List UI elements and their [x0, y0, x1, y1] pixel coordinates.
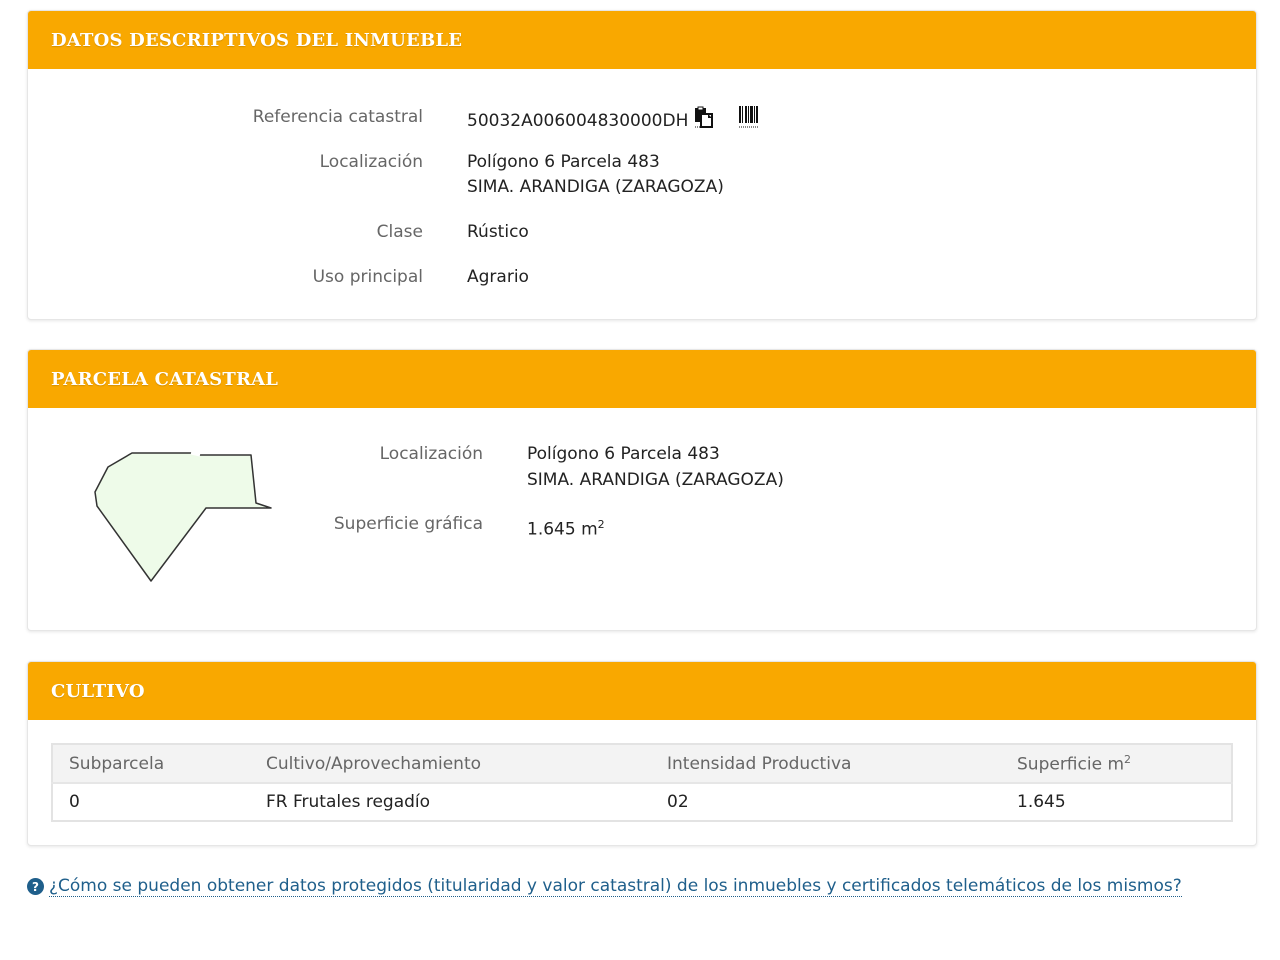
localizacion-line2: SIMA. ARANDIGA (ZARAGOZA): [467, 177, 724, 197]
referencia-catastral-label: Referencia catastral: [252, 107, 423, 127]
panel-parcela-catastral: PARCELA CATASTRAL Localización Polígono …: [27, 349, 1257, 631]
panel-title-parcela-catastral: PARCELA CATASTRAL: [28, 350, 1256, 408]
panel-title-datos-descriptivos: DATOS DESCRIPTIVOS DEL INMUEBLE: [28, 11, 1256, 69]
col-header-superficie-text: Superficie m: [1017, 754, 1125, 775]
localizacion-line1: Polígono 6 Parcela 483: [467, 152, 660, 172]
cell-cultivo: FR Frutales regadío: [266, 792, 431, 812]
col-header-intensidad: Intensidad Productiva: [651, 744, 1001, 784]
parcela-localizacion-line1: Polígono 6 Parcela 483: [527, 444, 720, 464]
help-link-datos-protegidos[interactable]: ¿Cómo se pueden obtener datos protegidos…: [49, 876, 1182, 897]
uso-principal-label: Uso principal: [312, 267, 423, 287]
panel-title-cultivo: CULTIVO: [28, 662, 1256, 720]
col-header-superficie-sup: 2: [1124, 752, 1132, 766]
superficie-grafica-label: Superficie gráfica: [333, 514, 483, 534]
clase-value: Rústico: [467, 222, 529, 242]
barcode-icon[interactable]: [738, 105, 760, 137]
referencia-catastral-value: 50032A006004830000DH: [467, 110, 689, 131]
superficie-grafica-number: 1.645 m: [527, 519, 598, 540]
parcela-localizacion-line2: SIMA. ARANDIGA (ZARAGOZA): [527, 470, 784, 490]
cell-intensidad: 02: [667, 792, 689, 812]
col-header-cultivo: Cultivo/Aprovechamiento: [250, 744, 651, 784]
uso-principal-value: Agrario: [467, 267, 529, 287]
superficie-grafica-value: 1.645 m2: [527, 512, 605, 543]
panel-cultivo: CULTIVO Subparcela Cultivo/Aprovechamien…: [27, 661, 1257, 846]
cultivo-table: Subparcela Cultivo/Aprovechamiento Inten…: [51, 743, 1233, 822]
help-link-row: ? ¿Cómo se pueden obtener datos protegid…: [27, 876, 1182, 897]
referencia-catastral-value-row: 50032A006004830000DH: [467, 105, 760, 137]
panel-datos-descriptivos: DATOS DESCRIPTIVOS DEL INMUEBLE Referenc…: [27, 10, 1257, 320]
parcela-localizacion-label: Localización: [379, 444, 483, 464]
copy-icon[interactable]: [694, 106, 714, 136]
cell-superficie: 1.645: [1017, 792, 1066, 812]
col-header-superficie: Superficie m2: [1001, 744, 1232, 784]
cell-subparcela: 0: [69, 792, 80, 812]
cultivo-table-header-row: Subparcela Cultivo/Aprovechamiento Inten…: [52, 744, 1232, 784]
clase-label: Clase: [376, 222, 423, 242]
question-circle-icon: ?: [27, 878, 44, 895]
superficie-grafica-unit-sup: 2: [597, 518, 605, 531]
localizacion-label: Localización: [319, 152, 423, 172]
col-header-subparcela: Subparcela: [52, 744, 250, 784]
table-row: 0 FR Frutales regadío 02 1.645: [52, 783, 1232, 821]
